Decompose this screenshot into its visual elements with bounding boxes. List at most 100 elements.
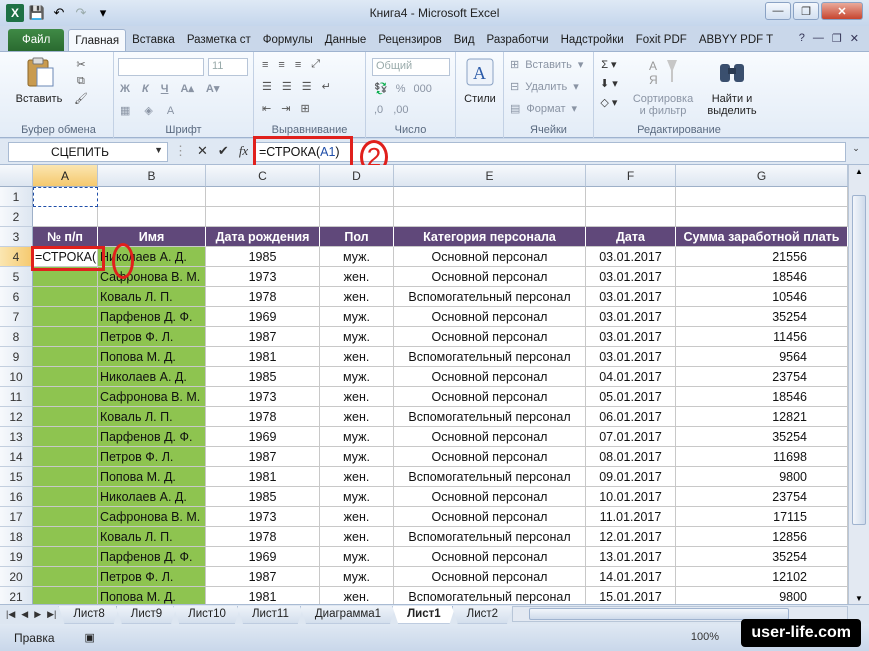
cell[interactable]: 1973	[206, 387, 320, 407]
undo-icon[interactable]: ↶	[50, 4, 68, 22]
copy-icon[interactable]: ⧉	[77, 75, 85, 88]
cell[interactable]: 35254	[676, 547, 848, 567]
font-shrink-icon[interactable]: A▾	[206, 82, 219, 95]
table-header-cell[interactable]: Имя	[98, 227, 206, 247]
name-cell[interactable]: Петров Ф. Л.	[98, 567, 206, 587]
minimize-button[interactable]: —	[765, 2, 791, 20]
cell[interactable]: 1973	[206, 507, 320, 527]
cell[interactable]	[98, 187, 206, 207]
cell[interactable]	[586, 207, 676, 227]
font-size-dropdown[interactable]: 11	[208, 58, 248, 76]
cell[interactable]: Основной персонал	[394, 427, 586, 447]
enter-icon[interactable]: ✔	[218, 143, 229, 159]
delete-cells-button[interactable]: Удалить	[525, 81, 567, 93]
autosum-icon[interactable]: Σ ▾	[601, 58, 616, 71]
cell[interactable]: 07.01.2017	[586, 427, 676, 447]
cell[interactable]: 12856	[676, 527, 848, 547]
cell[interactable]: муж.	[320, 547, 394, 567]
align-bottom-icon[interactable]: ≡	[295, 59, 301, 71]
row-header[interactable]: 12	[0, 407, 33, 427]
prev-sheet-icon[interactable]: ◀	[21, 609, 28, 620]
cell[interactable]: 12.01.2017	[586, 527, 676, 547]
cell[interactable]	[33, 427, 98, 447]
table-header-cell[interactable]: Дата	[586, 227, 676, 247]
sheet-tab-list8[interactable]: Лист8	[58, 606, 119, 624]
cell[interactable]: жен.	[320, 507, 394, 527]
cell[interactable]: 17115	[676, 507, 848, 527]
close-button[interactable]: ✕	[821, 2, 863, 20]
row-header[interactable]: 4	[0, 247, 33, 267]
orientation-icon[interactable]: ⤢	[311, 58, 320, 71]
cell[interactable]	[33, 507, 98, 527]
cell[interactable]: 1978	[206, 407, 320, 427]
row-header[interactable]: 5	[0, 267, 33, 287]
tab-view[interactable]: Вид	[448, 29, 481, 51]
cell[interactable]: жен.	[320, 467, 394, 487]
cell[interactable]	[33, 207, 98, 227]
cell[interactable]: Основной персонал	[394, 327, 586, 347]
row-header[interactable]: 6	[0, 287, 33, 307]
tab-formulas[interactable]: Формулы	[257, 29, 319, 51]
column-header[interactable]: G	[676, 165, 848, 187]
row-header[interactable]: 13	[0, 427, 33, 447]
font-grow-icon[interactable]: A▴	[180, 82, 193, 95]
formula-bar-options-icon[interactable]: ⋮	[174, 143, 187, 159]
cell[interactable]: 1981	[206, 347, 320, 367]
table-header-cell[interactable]: Дата рождения	[206, 227, 320, 247]
cell[interactable]: 12821	[676, 407, 848, 427]
cell[interactable]	[33, 527, 98, 547]
cell[interactable]: муж.	[320, 247, 394, 267]
cell[interactable]: 35254	[676, 307, 848, 327]
cell[interactable]: муж.	[320, 487, 394, 507]
row-header[interactable]: 19	[0, 547, 33, 567]
cell[interactable]: 18546	[676, 267, 848, 287]
cell[interactable]: муж.	[320, 447, 394, 467]
cell[interactable]: Вспомогательный персонал	[394, 347, 586, 367]
cell[interactable]: 35254	[676, 427, 848, 447]
underline-button[interactable]: Ч	[161, 83, 169, 95]
cut-icon[interactable]: ✂	[76, 58, 85, 71]
ribbon-close-icon[interactable]: ✕	[850, 32, 859, 45]
cell[interactable]	[33, 307, 98, 327]
help-icon[interactable]: ?	[799, 32, 805, 45]
insert-cells-button[interactable]: Вставить	[525, 59, 572, 71]
last-sheet-icon[interactable]: ▶|	[47, 609, 56, 620]
row-header[interactable]: 1	[0, 187, 33, 207]
next-sheet-icon[interactable]: ▶	[34, 609, 41, 620]
cell[interactable]: 03.01.2017	[586, 327, 676, 347]
customize-qat-icon[interactable]: ▾	[94, 4, 112, 22]
ribbon-restore-icon[interactable]: ❐	[832, 32, 842, 45]
cell[interactable]	[33, 387, 98, 407]
cell[interactable]: Основной персонал	[394, 367, 586, 387]
row-header[interactable]: 11	[0, 387, 33, 407]
sheet-tab-list1[interactable]: Лист1	[392, 606, 456, 624]
paste-button[interactable]: Вставить	[10, 56, 68, 105]
row-header[interactable]: 2	[0, 207, 33, 227]
name-cell[interactable]: Сафронова В. М.	[98, 507, 206, 527]
cell[interactable]: муж.	[320, 327, 394, 347]
font-name-dropdown[interactable]	[118, 58, 204, 76]
cell[interactable]: 1985	[206, 247, 320, 267]
insert-function-button[interactable]: fx	[239, 143, 248, 159]
name-cell[interactable]: Николаев А. Д.	[98, 367, 206, 387]
tab-data[interactable]: Данные	[319, 29, 373, 51]
cell[interactable]: муж.	[320, 567, 394, 587]
cell[interactable]: 18546	[676, 387, 848, 407]
excel-logo-icon[interactable]: X	[6, 4, 24, 22]
row-header[interactable]: 3	[0, 227, 33, 247]
align-middle-icon[interactable]: ≡	[278, 59, 284, 71]
table-header-cell[interactable]: Категория персонала	[394, 227, 586, 247]
cell[interactable]: Основной персонал	[394, 387, 586, 407]
increase-decimal-icon[interactable]: ,0	[374, 104, 383, 116]
cell[interactable]: 11.01.2017	[586, 507, 676, 527]
cell[interactable]: 1987	[206, 567, 320, 587]
cell[interactable]: Основной персонал	[394, 487, 586, 507]
cell[interactable]	[320, 187, 394, 207]
cell[interactable]: 1969	[206, 427, 320, 447]
scroll-down-icon[interactable]: ▼	[849, 594, 869, 603]
cell[interactable]	[394, 187, 586, 207]
cell[interactable]: 03.01.2017	[586, 307, 676, 327]
wrap-text-icon[interactable]: ↵	[322, 80, 331, 93]
cell[interactable]	[33, 367, 98, 387]
cell[interactable]	[33, 347, 98, 367]
